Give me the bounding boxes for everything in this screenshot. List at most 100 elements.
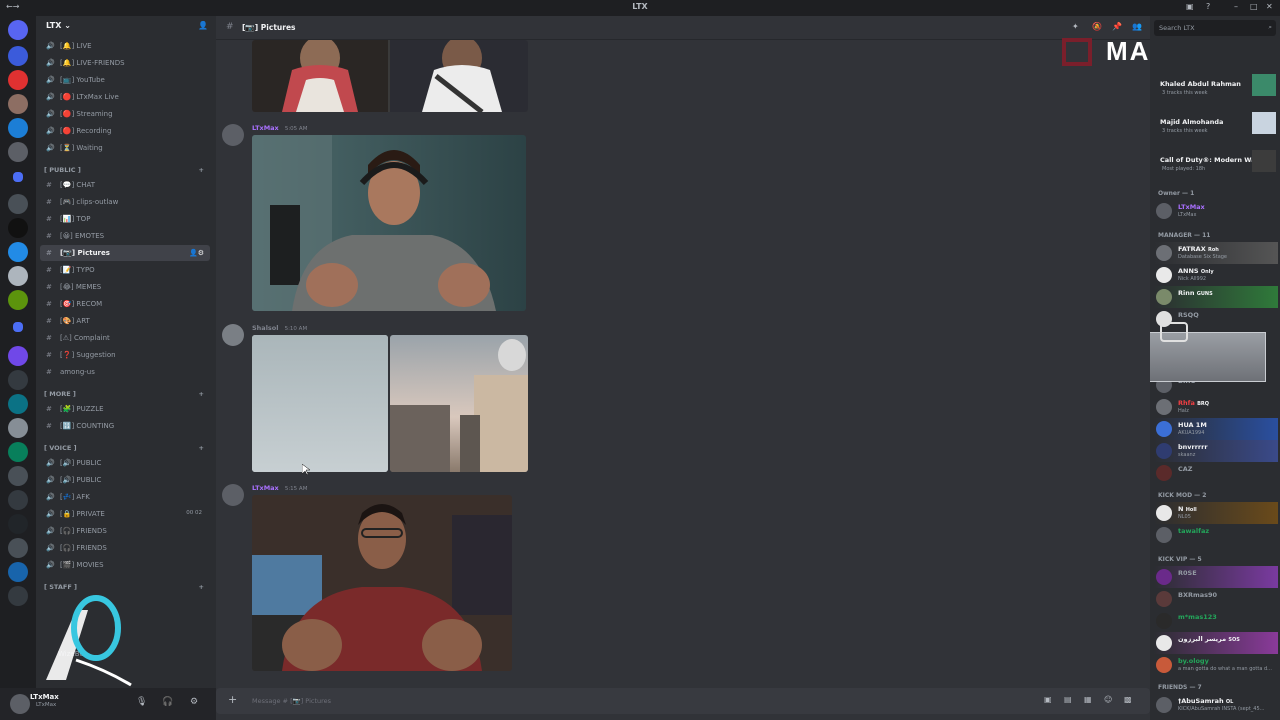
member-item[interactable]: ANNS Only Nick All992 [1154,264,1278,286]
category-more[interactable]: [ MORE ] + [44,390,214,398]
help-icon[interactable]: ? [1206,2,1210,11]
voice-channel[interactable]: 🔊 [🔒] PRIVATE 00 02 [40,506,210,522]
microphone-icon[interactable]: 🎙 [136,697,147,707]
activity-card[interactable]: Khaled Abdul Rahman 3 tracks this week [1154,74,1278,96]
plus-icon[interactable]: + [199,390,204,398]
add-friend-icon[interactable]: 👤 [198,21,208,30]
message-image[interactable] [252,40,528,112]
message-image[interactable] [252,495,512,671]
member-item[interactable]: Rinn GUNS [1154,286,1278,308]
server-icon[interactable] [8,142,28,162]
member-item[interactable]: tawalfaz [1154,524,1278,546]
home-icon[interactable] [8,20,28,40]
sticker-icon[interactable]: ▦ [1084,695,1092,704]
server-icon[interactable] [8,394,28,414]
channel-item[interactable]: # among-us [40,364,210,380]
server-icon[interactable] [8,218,28,238]
minimize-icon[interactable]: – [1234,2,1238,11]
voice-channel[interactable]: 🔊 [🎧] FRIENDS [40,540,210,556]
avatar[interactable] [222,484,244,506]
channel-item[interactable]: 🔊 [🔔] LIVE-FRIENDS [40,55,210,71]
message-author[interactable]: LTxMax [252,124,279,132]
channel-item[interactable]: 🔊 [⏳] Waiting [40,140,210,156]
emoji-icon[interactable]: ☺ [1104,695,1112,704]
apps-icon[interactable]: ▩ [1124,695,1132,704]
channel-item[interactable]: # [🧩] PUZZLE [40,401,210,417]
server-icon[interactable] [8,242,28,262]
settings-icon[interactable]: ⚙ [190,697,198,707]
member-item[interactable]: Rhfa BRQ Halz [1154,396,1278,418]
add-attachment-icon[interactable]: + [228,693,237,706]
settings-icon[interactable]: 👤⚙ [189,249,204,257]
server-icon[interactable] [8,490,28,510]
message-author[interactable]: Shalsol [252,324,279,332]
channel-item[interactable]: # [📝] TYPO [40,262,210,278]
message-image[interactable] [252,135,526,311]
channel-item[interactable]: # [🎯] RECOM [40,296,210,312]
gif-icon[interactable]: ▤ [1064,695,1072,704]
member-item[interactable]: N Holl NL05 [1154,502,1278,524]
inbox-icon[interactable]: ▣ [1186,2,1194,11]
folder-icon[interactable] [13,172,23,182]
server-icon[interactable] [8,538,28,558]
member-item[interactable]: مريسر البرزون SOS [1154,632,1278,654]
channel-item[interactable]: 🔊 [🔴] Recording [40,123,210,139]
channel-item[interactable]: 🔊 [📺] YouTube [40,72,210,88]
channel-item[interactable]: # [❓] Suggestion [40,347,210,363]
server-icon[interactable] [8,370,28,390]
channel-item[interactable]: # [🎨] ART [40,313,210,329]
server-icon[interactable] [8,442,28,462]
folder-icon[interactable] [13,322,23,332]
channel-item[interactable]: # [💬] CHAT [40,177,210,193]
activity-card[interactable]: Call of Duty®: Modern Warf... Most playe… [1154,150,1278,172]
member-item[interactable]: R0SE [1154,566,1278,588]
member-item[interactable]: BXRmas90 [1154,588,1278,610]
headphones-icon[interactable]: 🎧 [162,697,173,707]
server-icon[interactable] [8,194,28,214]
voice-channel[interactable]: 🔊 [🔊] PUBLIC [40,455,210,471]
channel-item[interactable]: 🔊 [🔴] Streaming [40,106,210,122]
category-voice[interactable]: [ VOICE ] + [44,444,214,452]
server-icon[interactable] [8,118,28,138]
threads-icon[interactable]: ✦ [1072,22,1079,31]
server-icon[interactable] [8,514,28,534]
server-icon[interactable] [8,46,28,66]
server-icon[interactable] [8,346,28,366]
voice-channel[interactable]: 🔊 [🔊] PUBLIC [40,472,210,488]
maximize-icon[interactable]: □ [1250,2,1258,11]
message-image[interactable] [390,335,528,472]
voice-channel[interactable]: 🔊 [💤] AFK [40,489,210,505]
avatar[interactable] [222,124,244,146]
voice-channel[interactable]: 🔊 [🎬] MOVIES [40,557,210,573]
category-public[interactable]: [ PUBLIC ] + [44,166,214,174]
activity-card[interactable]: Majid Almohanda 3 tracks this week [1154,112,1278,134]
channel-item[interactable]: # [⚠] Complaint [40,330,210,346]
message-image[interactable] [252,335,388,472]
channel-item[interactable]: # [😀] EMOTES [40,228,210,244]
server-icon[interactable] [8,290,28,310]
close-icon[interactable]: ✕ [1266,2,1273,11]
channel-item[interactable]: 🔊 [🔔] LIVE [40,38,210,54]
channel-item-active[interactable]: # [📷] Pictures 👤⚙ [40,245,210,261]
server-icon[interactable] [8,562,28,582]
gift-icon[interactable]: ▣ [1044,695,1052,704]
member-item[interactable]: †AbuSamrah OL KICK/AbuSamrah INSTA (sept… [1154,694,1278,716]
channel-item[interactable]: # [😂] MEMES [40,279,210,295]
server-name[interactable]: LTX ⌄ [36,16,216,38]
server-icon[interactable] [8,70,28,90]
members-icon[interactable]: 👥 [1132,22,1142,31]
mute-icon[interactable]: 🔕 [1092,22,1102,31]
plus-icon[interactable]: + [199,583,204,591]
member-item[interactable]: HUA 1M AKUA1994 [1154,418,1278,440]
server-icon[interactable] [8,418,28,438]
channel-item[interactable]: 🔊 [🔴] LTxMax Live [40,89,210,105]
pin-icon[interactable]: 📌 [1112,22,1122,31]
server-icon[interactable] [8,266,28,286]
member-item[interactable]: LTxMax LTxMax [1154,200,1278,222]
avatar[interactable] [222,324,244,346]
channel-item[interactable]: # [🎮] clips-outlaw [40,194,210,210]
member-item[interactable]: m*mas123 [1154,610,1278,632]
member-item[interactable]: bnvrrrrr skaanz [1154,440,1278,462]
avatar[interactable] [10,694,30,714]
server-icon[interactable] [8,586,28,606]
